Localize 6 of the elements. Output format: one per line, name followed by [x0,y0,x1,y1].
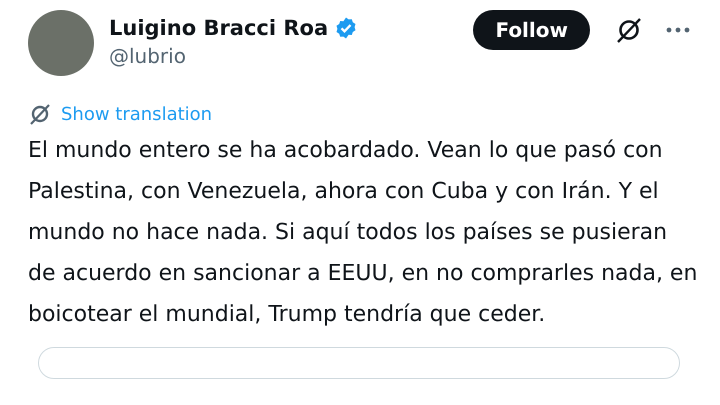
post-text: El mundo entero se ha acobardado. Vean lo que pasó con Palestina, con Venezuela, ahora con Cuba y con Irán. Y el mundo no hace nada. Si aquí todos los países se pusieran de acuerdo en sancionar a EEUU, en no comprarles nada, en boicotear el mundial, Trump tendría que ceder. [28,137,698,329]
translate-icon [28,102,52,126]
follow-button[interactable]: Follow [473,10,590,50]
author-handle[interactable]: @lubrio [109,44,358,68]
more-options-icon[interactable] [666,27,690,33]
author-name[interactable]: Luigino Bracci Roa [109,16,328,40]
